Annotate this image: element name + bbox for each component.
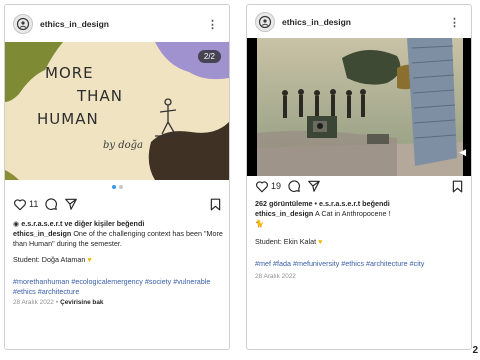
- page-number: 2: [472, 345, 478, 356]
- post-image: MORE THAN HUMAN by doğa 2/2: [5, 42, 229, 180]
- caption-username[interactable]: ethics_in_design: [255, 209, 313, 218]
- save-button[interactable]: [452, 180, 463, 193]
- post-header: ethics_in_design ⋮: [13, 13, 221, 35]
- post-footer: 28 Aralık 2022: [255, 271, 465, 282]
- comment-button[interactable]: [287, 179, 301, 193]
- like-button[interactable]: [13, 198, 27, 211]
- hashtags[interactable]: #morethanhuman #ecologicalemergency #soc…: [13, 277, 223, 297]
- post-date: 28 Aralık 2022: [13, 299, 54, 306]
- artwork-text-than: THAN: [77, 87, 123, 105]
- comment-icon: [45, 198, 58, 210]
- avatar[interactable]: [13, 14, 33, 34]
- share-button[interactable]: [307, 179, 321, 193]
- comment-icon: [288, 180, 300, 192]
- caption: ethics_in_design One of the challenging …: [13, 229, 223, 249]
- liked-by-line: ◉ e.s.r.a.s.e.r.t ve diğer kişiler beğen…: [13, 219, 223, 229]
- avatar[interactable]: [255, 12, 275, 32]
- like-count: 19: [271, 181, 282, 191]
- post-card-right: ethics_in_design ⋮ ◀ 19 262 görüntüleme …: [246, 4, 472, 350]
- bookmark-icon: [210, 198, 221, 210]
- cat-emoji-icon: 🐈: [255, 219, 264, 228]
- save-button[interactable]: [210, 198, 221, 211]
- heart-emoji-icon: ♥: [318, 237, 323, 246]
- views-line: 262 görüntüleme • e.s.r.a.s.e.r.t beğend…: [255, 199, 465, 209]
- slide-indicator-badge: 2/2: [197, 50, 221, 63]
- student-line: Student: Doğa Ataman ♥: [13, 255, 223, 265]
- mute-icon[interactable]: ◀: [459, 147, 466, 158]
- artwork-signature: by doğa: [103, 140, 144, 151]
- send-icon: [65, 198, 78, 210]
- artwork-text-more: MORE: [45, 64, 94, 82]
- carousel-dot[interactable]: [118, 185, 123, 189]
- post-actions: 11: [13, 197, 221, 211]
- hashtags[interactable]: #mef #fada #mefuniversity #ethics #archi…: [255, 259, 465, 269]
- caption-text: A Cat in Anthropocene !: [314, 209, 391, 218]
- heart-icon: [256, 180, 268, 192]
- like-button[interactable]: [255, 180, 269, 193]
- caption: ethics_in_design A Cat in Anthropocene !: [255, 209, 465, 219]
- username[interactable]: ethics_in_design: [40, 19, 109, 29]
- see-translation-link[interactable]: Çevirisine bak: [60, 299, 103, 306]
- student-name: Student: Ekin Kalat: [255, 237, 317, 246]
- post-actions: 19: [255, 179, 463, 193]
- carousel-dot-active[interactable]: [111, 185, 116, 189]
- post-card-left: ethics_in_design ⋮ MORE THAN HUMAN by do…: [4, 4, 230, 350]
- student-name: Student: Doğa Ataman: [13, 255, 86, 264]
- like-count: 11: [29, 199, 39, 209]
- anthropocene-collage: [247, 38, 471, 176]
- post-video[interactable]: ◀: [247, 38, 471, 176]
- heart-icon: [14, 198, 26, 210]
- more-options-icon[interactable]: ⋮: [204, 18, 221, 31]
- artwork-text-human: HUMAN: [37, 110, 99, 128]
- profile-logo-icon: [16, 17, 30, 31]
- liker-avatar-icon: ◉: [13, 219, 20, 228]
- views-text[interactable]: 262 görüntüleme • e.s.r.a.s.e.r.t beğend…: [255, 199, 390, 208]
- post-footer: 28 Aralık 2022 • Çevirisine bak: [13, 297, 223, 308]
- heart-emoji-icon: ♥: [87, 255, 92, 264]
- separator: •: [55, 299, 59, 306]
- username[interactable]: ethics_in_design: [282, 17, 351, 27]
- post-header: ethics_in_design ⋮: [255, 11, 463, 33]
- caption-username[interactable]: ethics_in_design: [13, 229, 71, 238]
- comment-button[interactable]: [44, 197, 58, 211]
- send-icon: [308, 180, 320, 192]
- carousel-dots: [5, 185, 229, 189]
- post-date: 28 Aralık 2022: [255, 273, 296, 280]
- student-line: Student: Ekin Kalat ♥: [255, 237, 465, 247]
- liked-by-text[interactable]: e.s.r.a.s.e.r.t ve diğer kişiler beğendi: [21, 219, 144, 228]
- bookmark-icon: [452, 180, 463, 192]
- share-button[interactable]: [64, 197, 78, 211]
- profile-logo-icon: [258, 15, 272, 29]
- more-options-icon[interactable]: ⋮: [446, 16, 463, 29]
